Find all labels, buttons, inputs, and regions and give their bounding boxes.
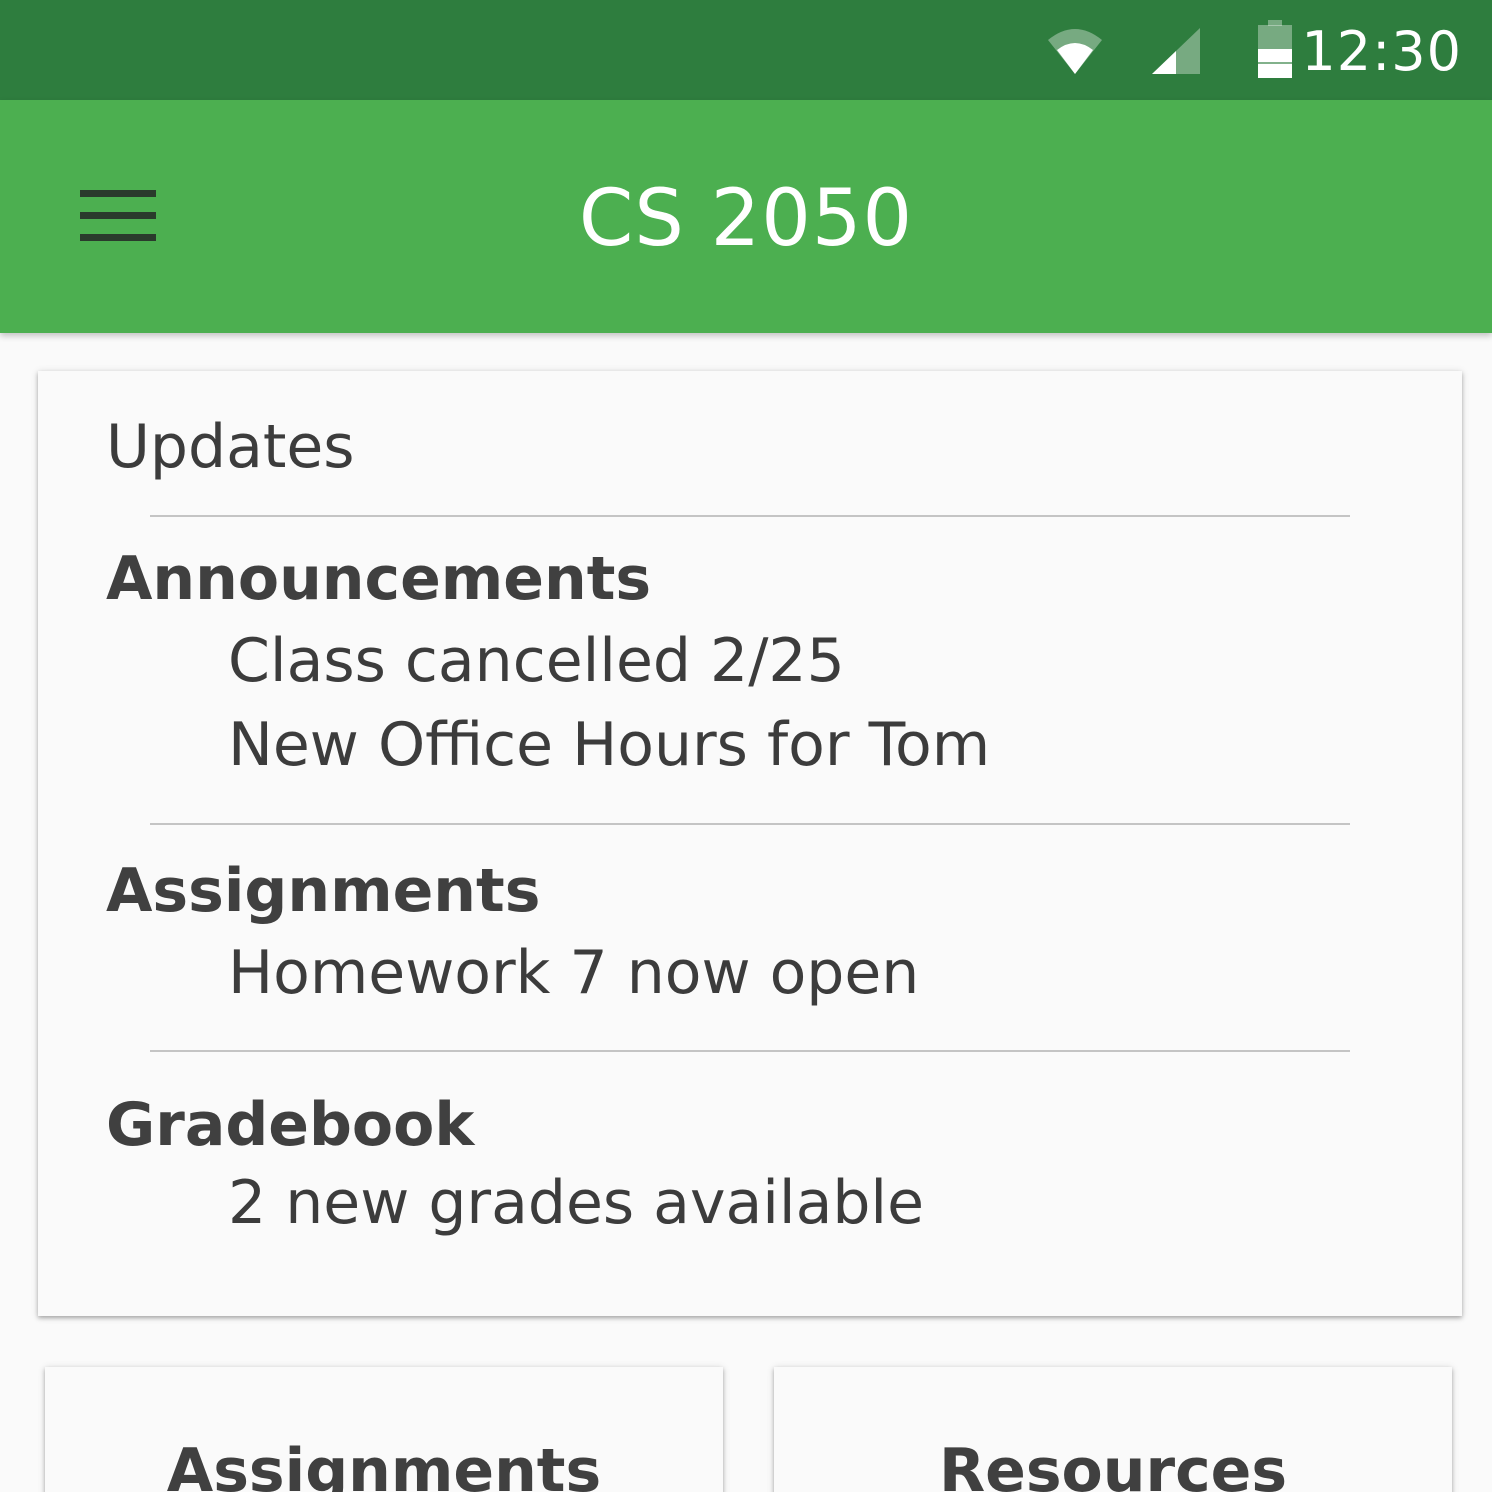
section-title-gradebook[interactable]: Gradebook: [106, 1089, 474, 1161]
assignment-item[interactable]: Homework 7 now open: [228, 937, 919, 1009]
gradebook-item[interactable]: 2 new grades available: [228, 1167, 924, 1239]
announcement-item[interactable]: Class cancelled 2/25: [228, 625, 845, 697]
updates-heading: Updates: [106, 412, 355, 482]
status-bar: 12:30: [0, 0, 1492, 100]
resources-tile-label: Resources: [938, 1436, 1288, 1492]
cellular-signal-icon: [1152, 28, 1200, 74]
divider: [150, 1050, 1350, 1052]
section-title-announcements[interactable]: Announcements: [106, 543, 651, 615]
resources-tile[interactable]: Resources: [774, 1367, 1452, 1492]
divider: [150, 823, 1350, 825]
announcement-item[interactable]: New Office Hours for Tom: [228, 709, 990, 781]
section-title-assignments[interactable]: Assignments: [106, 855, 540, 927]
updates-card: Updates Announcements Class cancelled 2/…: [38, 371, 1462, 1316]
assignments-tile[interactable]: Assignments: [45, 1367, 723, 1492]
battery-icon: [1258, 20, 1292, 78]
wifi-icon: [1048, 29, 1102, 74]
app-bar: CS 2050: [0, 100, 1492, 333]
assignments-tile-label: Assignments: [166, 1436, 602, 1492]
divider: [150, 515, 1350, 517]
status-time: 12:30: [1301, 20, 1462, 83]
page-title: CS 2050: [578, 174, 914, 264]
app-screen: 12:30 CS 2050 Updates Announcements Clas…: [0, 0, 1492, 1492]
